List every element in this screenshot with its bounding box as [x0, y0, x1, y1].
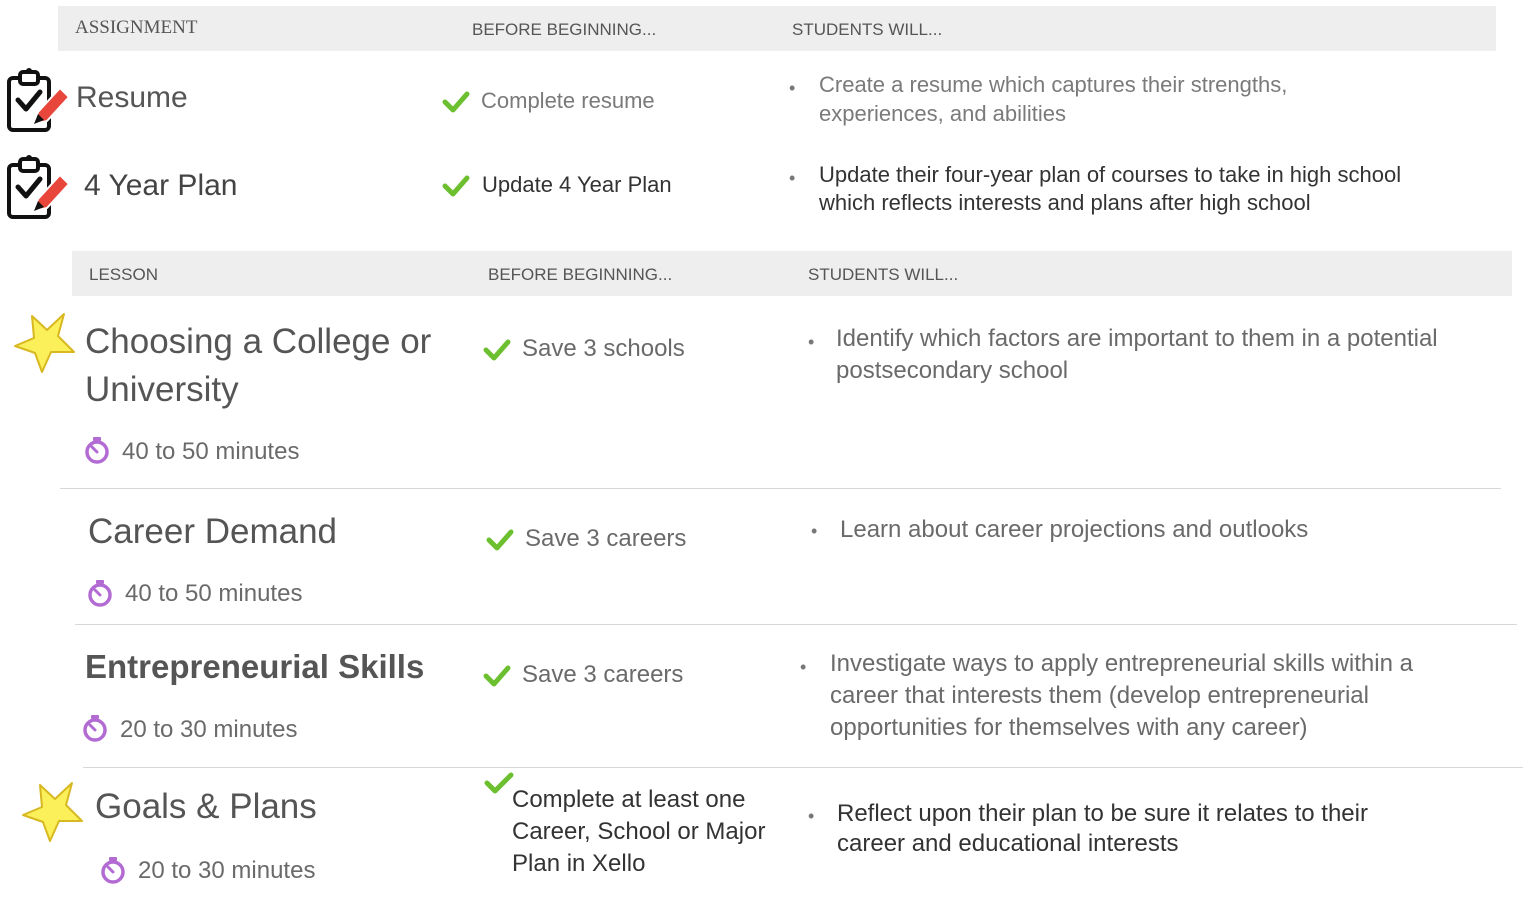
check-icon	[442, 175, 470, 197]
lesson-column-header: LESSON	[89, 265, 158, 284]
duration-text: 40 to 50 minutes	[122, 438, 300, 465]
bullet: •	[811, 521, 818, 541]
outcome-text: Update their four-year plan of courses t…	[819, 162, 1402, 215]
lesson-title[interactable]: Choosing a College or University	[85, 318, 445, 414]
students-will-column-header: STUDENTS WILL...	[808, 265, 959, 284]
bullet: •	[789, 168, 796, 188]
duration-text: 20 to 30 minutes	[120, 716, 298, 743]
check-icon	[442, 91, 470, 113]
outcome-text: Reflect upon their plan to be sure it re…	[837, 800, 1368, 857]
prerequisite-text: Save 3 careers	[525, 525, 687, 552]
outcome-text: Investigate ways to apply entrepreneuria…	[830, 650, 1413, 741]
assignment-title[interactable]: 4 Year Plan	[84, 169, 237, 203]
check-icon	[483, 665, 511, 687]
assignment-column-header: ASSIGNMENT	[75, 17, 198, 38]
lesson-title[interactable]: Career Demand	[88, 512, 337, 552]
outcome-text: Identify which factors are important to …	[836, 325, 1438, 384]
clipboard-check-pencil-icon	[7, 68, 70, 132]
prerequisite-text: Save 3 schools	[522, 335, 685, 362]
bullet: •	[808, 332, 815, 352]
star-icon	[14, 313, 75, 373]
lesson-title[interactable]: Entrepreneurial Skills	[85, 648, 424, 686]
duration-text: 40 to 50 minutes	[125, 580, 303, 607]
students-will-column-header: STUDENTS WILL...	[792, 20, 943, 39]
check-icon	[483, 339, 511, 361]
stopwatch-icon	[83, 715, 107, 742]
assignment-title[interactable]: Resume	[76, 81, 188, 115]
bullet: •	[808, 806, 815, 826]
before-beginning-column-header: BEFORE BEGINNING...	[488, 265, 673, 284]
bullet: •	[789, 78, 796, 98]
row-divider	[75, 624, 1517, 625]
check-icon	[486, 529, 514, 551]
prerequisite-text: Save 3 careers	[522, 661, 684, 688]
check-icon	[484, 772, 514, 794]
prerequisite-text: Complete at least one Career, School or …	[512, 786, 766, 877]
row-divider	[83, 767, 1523, 768]
lesson-title[interactable]: Goals & Plans	[95, 787, 317, 827]
bullet: •	[800, 657, 807, 677]
stopwatch-icon	[88, 580, 112, 607]
prerequisite-text: Update 4 Year Plan	[482, 172, 672, 197]
star-icon	[22, 782, 83, 842]
stopwatch-icon	[85, 437, 109, 464]
lesson-table-header: LESSON BEFORE BEGINNING... STUDENTS WILL…	[72, 251, 1512, 296]
assignment-table-header: ASSIGNMENT BEFORE BEGINNING... STUDENTS …	[58, 6, 1496, 51]
outcome-text: Learn about career projections and outlo…	[840, 516, 1309, 543]
stopwatch-icon	[101, 857, 125, 884]
outcome-text: Create a resume which captures their str…	[819, 72, 1288, 126]
clipboard-check-pencil-icon	[7, 155, 70, 219]
duration-text: 20 to 30 minutes	[138, 857, 316, 884]
row-divider	[60, 488, 1501, 489]
prerequisite-text: Complete resume	[481, 88, 655, 113]
before-beginning-column-header: BEFORE BEGINNING...	[472, 20, 657, 39]
